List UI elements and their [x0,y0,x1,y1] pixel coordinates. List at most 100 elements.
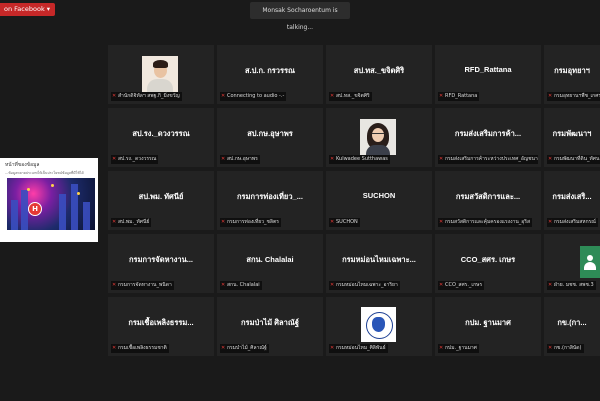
participant-tile[interactable]: SUCHON ✕ SUCHON [326,171,432,230]
hashtag-logo-icon: H [28,202,42,216]
muted-mic-icon: ✕ [221,219,226,225]
participant-tile[interactable]: กรมส่งเสริ... ✕ กรมส่งเสริมสหกรณ์ [544,171,600,230]
active-speaker-indicator: Monsak Socharoentum is talking... [250,2,350,31]
muted-mic-icon: ✕ [439,282,444,288]
muted-mic-icon: ✕ [439,345,444,351]
participant-label: ✕ Connecting to audio -.- [220,92,287,101]
participant-tile[interactable]: CCO_สศร. เกษร ✕ CCO_สศร._เกษร [435,234,541,293]
participant-name: กปม. ฐานมาศ [465,318,511,327]
participant-label: ✕ กรมส่งเสริมการค้าระหว่างประเทศ_อัญชนาฯ [438,155,538,164]
participant-tile[interactable]: กรมส่งเสริมการค้า... ✕ กรมส่งเสริมการค้าระ… [435,108,541,167]
participant-tile[interactable]: กข.(กา... ✕ กข.(กาสินัด) [544,297,600,356]
participant-label: ✕ กข.(กาสินัด) [547,344,584,353]
participant-label: ✕ สป.พม._ทัศนีย์ [111,218,152,227]
participant-name: กรมเชื้อเพลิงธรรม... [128,318,194,327]
participant-label-text: กรมส่งเสริมการค้าระหว่างประเทศ_อัญชนาฯ [445,156,538,162]
participant-tile[interactable]: กรมอุทยาฯ ✕ กรมอุทยานฯพืช_เกศร [544,45,600,104]
participant-label: ✕ สป.ทส._ขจิตศิริ [329,92,372,101]
muted-mic-icon: ✕ [330,282,335,288]
participant-tile[interactable]: สป.พม. ทัศนีย์ ✕ สป.พม._ทัศนีย์ [108,171,214,230]
participant-label: ✕ สกน. Chalalai [220,281,262,290]
participant-label: ✕ สำนักดิจิทัลฯ สพฐ.กิ_มิ่งขวัญ [111,92,182,101]
facebook-live-badge[interactable]: on Facebook ▾ [0,3,56,16]
participant-label-text: สป.รง._ดวงวรรณ [118,156,157,162]
participant-name: สป.กษ.อุษาพร [247,129,293,138]
muted-mic-icon: ✕ [548,219,553,225]
participant-tile[interactable]: ✕ สำนักดิจิทัลฯ สพฐ.กิ_มิ่งขวัญ [108,45,214,104]
muted-mic-icon: ✕ [112,93,117,99]
participant-label-text: กรมอุทยานฯพืช_เกศร [554,93,600,99]
organization-seal-icon [361,307,396,342]
participant-name: ส.ป.ก. กรวรรณ [244,66,295,75]
participant-tile[interactable]: กรมป่าไม้ ศิลาณัฐ์ ✕ กรมป่าไม้_ศิลาณัฐ์ [217,297,323,356]
participant-tile[interactable]: ✕ Kulwadee Sutthawas [326,108,432,167]
participant-tile[interactable]: RFD_Rattana ✕ RFD_Rattana [435,45,541,104]
participant-label-text: สกน. Chalalai [227,282,260,288]
participant-name: กรมอุทยาฯ [554,66,590,75]
participant-label-text: สป.ทส._ขจิตศิริ [336,93,370,99]
participant-tile[interactable]: กรมเชื้อเพลิงธรรม... ✕ กรมเชื้อเพลิงธรรมชา… [108,297,214,356]
participant-tile[interactable]: กรมหม่อนไหมเฉพาะ... ✕ กรมหม่อนไหมเฉพาะ_อาร… [326,234,432,293]
participant-label: ✕ กรมการท่องเที่ยว_ชลิตร [220,218,281,227]
participant-label-text: กรมป่าไม้_ศิลาณัฐ์ [227,345,267,351]
shared-slide-title: หน้าที่ของข้อมูล [5,162,40,168]
participant-name: กรมส่งเสริมการค้า... [454,129,522,138]
muted-mic-icon: ✕ [548,282,553,288]
participant-tile[interactable]: กรมสวัสดิการและ... ✕ กรมสวัสดิการและคุ้มคร… [435,171,541,230]
participant-tile[interactable]: ส.ป.ก. กรวรรณ ✕ Connecting to audio -.- [217,45,323,104]
participant-name: กรมการท่องเที่ยว_... [237,192,303,201]
participant-label: ✕ กรมส่งเสริมสหกรณ์ [547,218,598,227]
participant-label: ✕ กรมหม่อนไหม_ศิลิพันธ์ [329,344,388,353]
participant-name: สป.ทส._ขจิตศิริ [353,66,405,75]
participant-tile[interactable]: สป.รง._ดวงวรรณ ✕ สป.รง._ดวงวรรณ [108,108,214,167]
muted-mic-icon: ✕ [221,345,226,351]
muted-mic-icon: ✕ [439,156,444,162]
participant-label-text: สำนักดิจิทัลฯ สพฐ.กิ_มิ่งขวัญ [118,93,180,99]
muted-mic-icon: ✕ [548,345,553,351]
participant-label: ✕ กรมป่าไม้_ศิลาณัฐ์ [220,344,269,353]
participant-tile[interactable]: สป.ทส._ขจิตศิริ ✕ สป.ทส._ขจิตศิริ [326,45,432,104]
participant-label: ✕ กปม._ฐานมาศ [438,344,479,353]
muted-mic-icon: ✕ [439,93,444,99]
participant-label: ✕ กรมสวัสดิการและคุ้มครองแรงงาน_อุริส [438,218,533,227]
participant-tile[interactable]: กปม. ฐานมาศ ✕ กปม._ฐานมาศ [435,297,541,356]
muted-mic-icon: ✕ [548,156,553,162]
participant-avatar [360,119,396,155]
participant-label-text: กรมสวัสดิการและคุ้มครองแรงงาน_อุริส [445,219,531,225]
muted-mic-icon: ✕ [112,156,117,162]
participant-label-text: กรมการจัดหางาน_พนิดา [118,282,172,288]
participant-label: ✕ SUCHON [329,218,360,227]
muted-mic-icon: ✕ [330,219,335,225]
participant-name: CCO_สศร. เกษร [460,255,516,264]
participant-tile[interactable]: สกน. Chalalai ✕ สกน. Chalalai [217,234,323,293]
participant-label-text: กรมการท่องเที่ยว_ชลิตร [227,219,279,225]
participant-name: กรมส่งเสริ... [552,192,592,201]
muted-mic-icon: ✕ [330,93,335,99]
shared-screen-thumbnail[interactable]: หน้าที่ของข้อมูล ...ข้อมูลหลายประเภทให้เ… [0,158,98,242]
participant-name: กรมป่าไม้ ศิลาณัฐ์ [241,318,299,327]
participant-label-text: กปม._ฐานมาศ [445,345,477,351]
participant-tile[interactable]: กรมการจัดหางาน... ✕ กรมการจัดหางาน_พนิดา [108,234,214,293]
participant-label: ✕ กรมอุทยานฯพืช_เกศร [547,92,600,101]
participant-name: กรมพัฒนาฯ [552,129,592,138]
participant-name: กรมหม่อนไหมเฉพาะ... [342,255,416,264]
participant-name: กรมการจัดหางาน... [129,255,193,264]
muted-mic-icon: ✕ [221,282,226,288]
participant-tile[interactable]: สป.กษ.อุษาพร ✕ สป.กษ.อุษาพร [217,108,323,167]
participant-name: กข.(กา... [557,318,587,327]
participant-label-text: กรมหม่อนไหมเฉพาะ_อาริยา [336,282,398,288]
participant-name: SUCHON [362,191,396,200]
muted-mic-icon: ✕ [548,93,553,99]
participant-tile[interactable]: กรมพัฒนาฯ ✕ กรมพัฒนาที่ดิน_ทัศน [544,108,600,167]
participant-tile[interactable]: ✕ กรมหม่อนไหม_ศิลิพันธ์ [326,297,432,356]
participant-label-text: สป.พม._ทัศนีย์ [118,219,150,225]
participant-label-text: Kulwadee Sutthawas [336,156,388,162]
participant-label-text: SUCHON [336,219,358,225]
participant-label: ✕ ฝ่าย. มชช. สพช.3 [547,281,596,290]
participant-name: สป.พม. ทัศนีย์ [138,192,184,201]
muted-mic-icon: ✕ [112,219,117,225]
participant-label: ✕ RFD_Rattana [438,92,480,101]
participant-avatar-green [580,246,600,278]
shared-slide-subtitle: ...ข้อมูลหลายประเภทให้เป็นประโยชน์ข้อมูล… [5,171,84,175]
participant-tile[interactable]: กรมการท่องเที่ยว_... ✕ กรมการท่องเที่ยว_ชล… [217,171,323,230]
